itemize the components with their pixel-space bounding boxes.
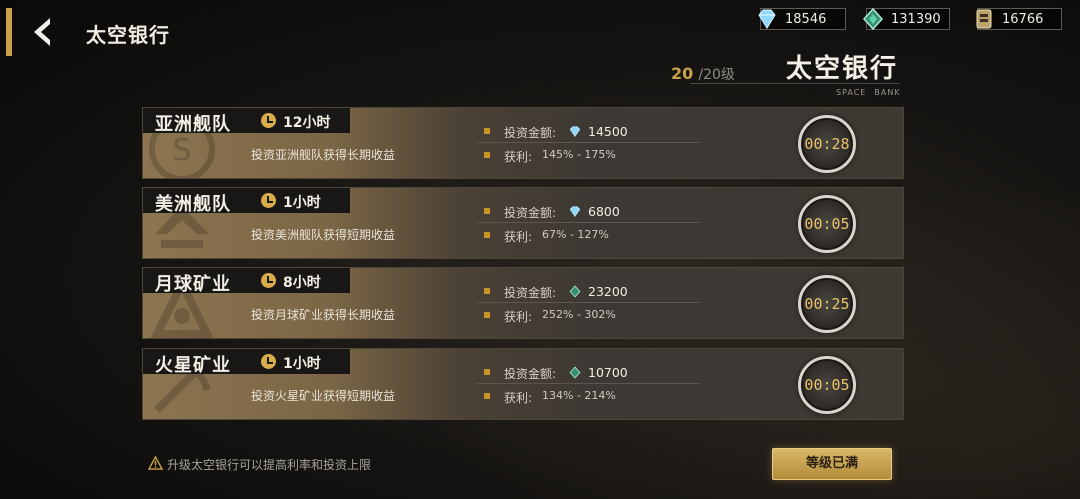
bullet-icon	[484, 369, 490, 375]
green-gem-icon	[862, 7, 884, 31]
amount-row: 投资金额: 6800	[476, 201, 700, 223]
diamond-icon	[758, 9, 776, 29]
divider	[690, 83, 900, 84]
resource-green-gem-value: 131390	[891, 12, 941, 27]
amount-label: 投资金额:	[504, 367, 557, 381]
bank-level: 20 /20级	[671, 64, 735, 84]
upgrade-hint: 升级太空银行可以提高利率和投资上限	[167, 458, 372, 472]
investment-name: 亚洲舰队	[155, 114, 231, 135]
back-button[interactable]	[26, 14, 62, 50]
investment-amount: 23200	[588, 284, 628, 299]
bank-subtitle: SPACE BANK	[836, 88, 909, 97]
countdown-timer[interactable]: 00:05	[798, 356, 856, 414]
resource-fuel-value: 16766	[1002, 12, 1044, 27]
clock-icon	[261, 113, 276, 128]
green-gem-icon	[569, 285, 581, 298]
investment-name: 美洲舰队	[155, 194, 231, 215]
countdown-timer[interactable]: 00:05	[798, 195, 856, 253]
profit-range: 145% - 175%	[542, 148, 616, 161]
green-gem-icon	[569, 366, 581, 379]
svg-text:S: S	[172, 133, 191, 168]
investment-description: 投资火星矿业获得短期收益	[251, 389, 396, 403]
investment-card[interactable]: 美洲舰队 1小时 投资美洲舰队获得短期收益 投资金额: 6800 获利: 67%…	[142, 187, 904, 259]
profit-range: 67% - 127%	[542, 228, 609, 241]
resource-diamond-value: 18546	[785, 12, 827, 27]
investment-name: 月球矿业	[155, 274, 231, 295]
profit-row: 获利: 252% - 302%	[476, 305, 700, 327]
clock-icon	[261, 354, 276, 369]
bank-title: 太空银行	[786, 54, 899, 84]
bullet-icon	[484, 288, 490, 294]
fuel-card-icon	[976, 9, 992, 29]
bullet-icon	[484, 128, 490, 134]
amount-row: 投资金额: 10700	[476, 362, 700, 384]
investment-name: 火星矿业	[155, 355, 231, 376]
profit-row: 获利: 134% - 214%	[476, 386, 700, 408]
amount-label: 投资金额:	[504, 206, 557, 220]
resource-green-gem[interactable]: 131390	[862, 7, 950, 31]
resource-fuel[interactable]: 16766	[976, 8, 1062, 30]
countdown-value: 00:05	[804, 215, 850, 233]
bullet-icon	[484, 393, 490, 399]
countdown-value: 00:25	[804, 295, 850, 313]
bullet-icon	[484, 152, 490, 158]
back-accent-bar	[6, 8, 12, 56]
countdown-timer[interactable]: 00:25	[798, 275, 856, 333]
investment-duration: 1小时	[283, 195, 321, 211]
card-header: 美洲舰队 1小时	[143, 188, 350, 215]
clock-icon	[261, 273, 276, 288]
profit-label: 获利:	[504, 230, 533, 244]
clock-icon	[261, 193, 276, 208]
profit-range: 252% - 302%	[542, 308, 616, 321]
investment-card[interactable]: 火星矿业 1小时 投资火星矿业获得短期收益 投资金额: 10700 获利: 13…	[142, 348, 904, 420]
chevron-left-icon	[34, 18, 50, 46]
investment-amount: 14500	[588, 124, 628, 139]
countdown-value: 00:28	[804, 135, 850, 153]
investment-duration: 1小时	[283, 356, 321, 372]
amount-label: 投资金额:	[504, 286, 557, 300]
profit-label: 获利:	[504, 150, 533, 164]
countdown-timer[interactable]: 00:28	[798, 115, 856, 173]
page-title: 太空银行	[86, 23, 170, 47]
bank-level-current: 20	[671, 64, 694, 83]
amount-row: 投资金额: 23200	[476, 281, 700, 303]
bullet-icon	[484, 312, 490, 318]
amount-row: 投资金额: 14500	[476, 121, 700, 143]
profit-label: 获利:	[504, 391, 533, 405]
profit-row: 获利: 145% - 175%	[476, 145, 700, 167]
profit-row: 获利: 67% - 127%	[476, 225, 700, 247]
amount-label: 投资金额:	[504, 126, 557, 140]
investment-description: 投资亚洲舰队获得长期收益	[251, 148, 396, 162]
diamond-icon	[569, 126, 581, 137]
investment-card[interactable]: S 亚洲舰队 12小时 投资亚洲舰队获得长期收益 投资金额: 14500 获利:…	[142, 107, 904, 179]
diamond-icon	[569, 206, 581, 217]
bullet-icon	[484, 232, 490, 238]
warning-icon	[148, 456, 163, 470]
investment-amount: 10700	[588, 365, 628, 380]
countdown-value: 00:05	[804, 376, 850, 394]
profit-label: 获利:	[504, 310, 533, 324]
level-max-button[interactable]: 等级已满	[772, 448, 892, 480]
investment-card[interactable]: 月球矿业 8小时 投资月球矿业获得长期收益 投资金额: 23200 获利: 25…	[142, 267, 904, 339]
bullet-icon	[484, 208, 490, 214]
card-header: 月球矿业 8小时	[143, 268, 350, 295]
bank-subtitle-word: BANK	[874, 88, 901, 97]
investment-description: 投资月球矿业获得长期收益	[251, 308, 396, 322]
card-header: 亚洲舰队 12小时	[143, 108, 350, 135]
bank-level-max: /20级	[698, 67, 735, 83]
investment-description: 投资美洲舰队获得短期收益	[251, 228, 396, 242]
resource-diamond[interactable]: 18546	[758, 8, 846, 30]
investment-amount: 6800	[588, 204, 620, 219]
investment-duration: 12小时	[283, 115, 331, 131]
investment-duration: 8小时	[283, 275, 321, 291]
card-header: 火星矿业 1小时	[143, 349, 350, 376]
profit-range: 134% - 214%	[542, 389, 616, 402]
bank-subtitle-word: SPACE	[836, 88, 867, 97]
